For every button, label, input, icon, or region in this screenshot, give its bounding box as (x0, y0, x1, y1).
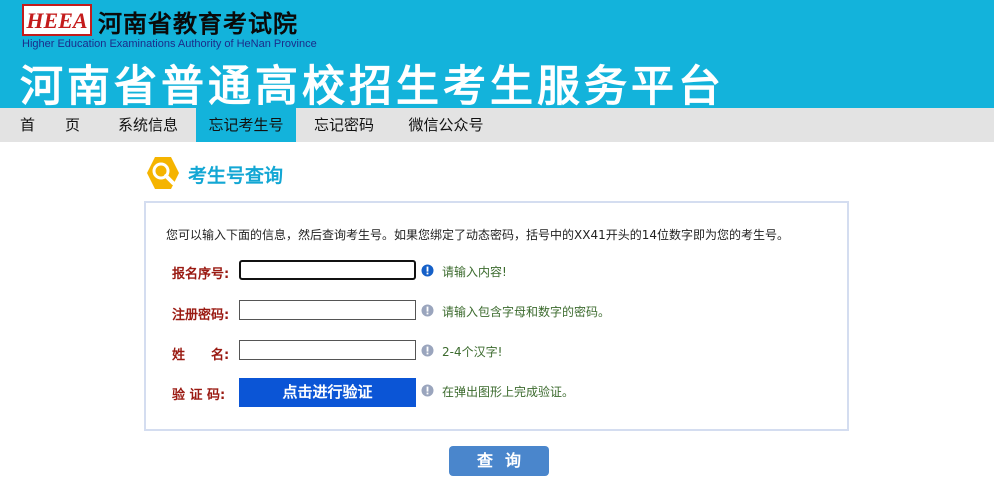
page-header: HEEA 河南省教育考试院 Higher Education Examinati… (0, 0, 994, 112)
nav-item-forgot-exam-number[interactable]: 忘记考生号 (196, 108, 296, 142)
captcha-label: 验 证 码: (172, 388, 226, 403)
nav-item-wechat-account[interactable]: 微信公众号 (392, 108, 500, 142)
nav-item-forgot-password[interactable]: 忘记密码 (296, 108, 392, 142)
info-icon (421, 344, 434, 357)
registration-number-label: 报名序号: (172, 267, 230, 282)
password-hint: 请输入包含字母和数字的密码。 (442, 305, 611, 319)
platform-title: 河南省普通高校招生考生服务平台 (20, 62, 725, 112)
org-name-en: Higher Education Examinations Authority … (22, 38, 317, 50)
name-label: 姓 名: (172, 348, 230, 363)
registration-number-input[interactable] (239, 260, 416, 280)
form-intro: 您可以输入下面的信息，然后查询考生号。如果您绑定了动态密码，括号中的XX41开头… (166, 228, 789, 242)
password-input[interactable] (239, 300, 416, 320)
search-icon (147, 157, 179, 189)
password-label: 注册密码: (172, 308, 230, 323)
nav-item-home[interactable]: 首 页 (0, 108, 100, 142)
heea-logo: HEEA (22, 4, 92, 36)
main-nav: 首 页 系统信息 忘记考生号 忘记密码 微信公众号 (0, 108, 994, 142)
query-form-panel: 您可以输入下面的信息，然后查询考生号。如果您绑定了动态密码，括号中的XX41开头… (144, 201, 849, 431)
name-input[interactable] (239, 340, 416, 360)
info-icon (421, 384, 434, 397)
captcha-hint: 在弹出图形上完成验证。 (442, 385, 575, 399)
captcha-verify-button[interactable]: 点击进行验证 (239, 378, 416, 407)
nav-item-system-info[interactable]: 系统信息 (100, 108, 196, 142)
org-name: 河南省教育考试院 (98, 10, 298, 38)
info-icon (421, 264, 434, 277)
info-icon (421, 304, 434, 317)
section-title: 考生号查询 (188, 165, 284, 187)
query-button[interactable]: 查询 (449, 446, 549, 476)
name-hint: 2-4个汉字! (442, 345, 503, 359)
logo-text: HEEA (25, 8, 87, 33)
registration-number-hint: 请输入内容! (442, 265, 507, 279)
